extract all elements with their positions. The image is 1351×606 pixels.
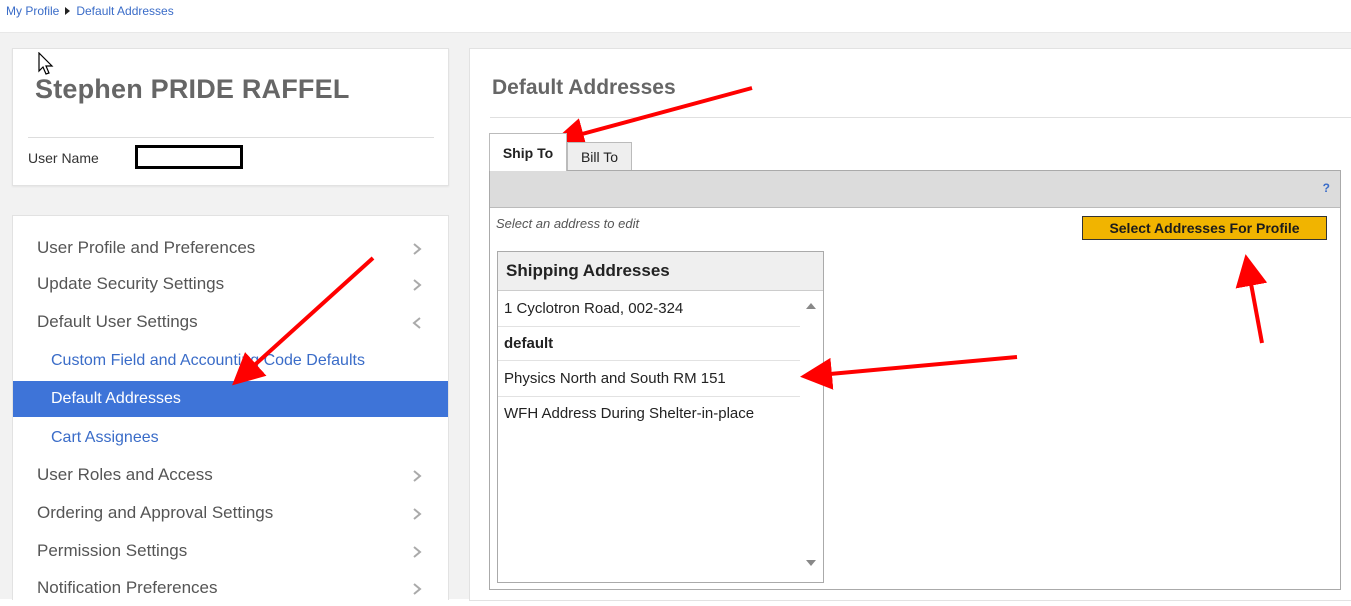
chevron-right-icon (413, 279, 422, 291)
nav-item-label: Permission Settings (37, 541, 188, 560)
nav-item-permission-settings[interactable]: Permission Settings (13, 533, 448, 569)
select-addresses-button[interactable]: Select Addresses For Profile (1082, 216, 1327, 240)
breadcrumb-my-profile[interactable]: My Profile (6, 4, 59, 18)
address-list-scrollbar[interactable] (800, 291, 822, 582)
mouse-pointer-icon (38, 52, 54, 75)
username-label: User Name (28, 150, 99, 166)
user-card: Stephen PRIDE RAFFEL User Name (12, 48, 449, 186)
nav-item-label: Cart Assignees (51, 429, 159, 446)
address-item[interactable]: default (498, 327, 800, 361)
help-link[interactable]: ? (1323, 181, 1330, 195)
nav-item-cart-assignees[interactable]: Cart Assignees (13, 420, 448, 456)
nav-item-user-roles[interactable]: User Roles and Access (13, 457, 448, 493)
nav-item-user-profile[interactable]: User Profile and Preferences (13, 230, 448, 266)
shipping-addresses-list: Shipping Addresses 1 Cyclotron Road, 002… (497, 251, 824, 583)
breadcrumb-default-addresses[interactable]: Default Addresses (76, 4, 173, 18)
address-item[interactable]: 1 Cyclotron Road, 002-324 (498, 291, 800, 327)
tab-label: Bill To (580, 148, 619, 165)
user-full-name: Stephen PRIDE RAFFEL (35, 74, 350, 104)
nav-item-label: Notification Preferences (37, 578, 218, 597)
address-item[interactable]: Physics North and South RM 151 (498, 361, 800, 397)
triangle-right-icon (65, 7, 71, 15)
chevron-left-icon (412, 317, 421, 329)
nav-item-label: User Roles and Access (37, 465, 213, 484)
ship-to-panel: ? Select an address to edit Select Addre… (489, 170, 1341, 590)
chevron-right-icon (413, 508, 422, 520)
tab-ship-to[interactable]: Ship To (489, 133, 567, 171)
nav-item-security[interactable]: Update Security Settings (13, 266, 448, 302)
nav-item-default-addresses[interactable]: Default Addresses (13, 381, 448, 417)
nav-item-notification-preferences[interactable]: Notification Preferences (13, 570, 448, 606)
tab-panel-header: ? (490, 171, 1340, 208)
address-label: WFH Address During Shelter-in-place (504, 405, 755, 422)
address-label: 1 Cyclotron Road, 002-324 (504, 300, 684, 317)
scroll-down-icon[interactable] (806, 560, 816, 566)
username-redacted-field (135, 145, 243, 169)
nav-item-default-user-settings[interactable]: Default User Settings (13, 304, 448, 340)
scroll-up-icon[interactable] (806, 303, 816, 309)
nav-item-label: Default User Settings (37, 312, 198, 331)
page-title: Default Addresses (492, 76, 676, 99)
nav-item-label: Ordering and Approval Settings (37, 503, 274, 522)
chevron-right-icon (413, 546, 422, 558)
user-card-divider (28, 137, 434, 138)
nav-item-custom-field-defaults[interactable]: Custom Field and Accounting Code Default… (13, 343, 448, 379)
title-divider (490, 117, 1351, 118)
address-list-header: Shipping Addresses (498, 252, 823, 291)
nav-item-label: Custom Field and Accounting Code Default… (51, 352, 365, 369)
address-label: default (504, 335, 554, 352)
nav-item-label: Update Security Settings (37, 274, 225, 293)
nav-item-label: Default Addresses (51, 390, 181, 407)
header-divider (0, 32, 1351, 33)
settings-nav: User Profile and Preferences Update Secu… (12, 215, 449, 600)
tab-bill-to[interactable]: Bill To (567, 142, 632, 170)
chevron-right-icon (413, 583, 422, 595)
breadcrumb: My Profile Default Addresses (6, 4, 174, 18)
nav-item-label: User Profile and Preferences (37, 238, 256, 257)
address-label: Physics North and South RM 151 (504, 370, 726, 387)
chevron-right-icon (413, 470, 422, 482)
address-list-title: Shipping Addresses (506, 261, 670, 280)
address-item[interactable]: WFH Address During Shelter-in-place (498, 397, 800, 449)
nav-item-ordering-approval[interactable]: Ordering and Approval Settings (13, 495, 448, 531)
chevron-right-icon (413, 243, 422, 255)
tab-label: Ship To (502, 144, 554, 161)
edit-hint: Select an address to edit (496, 216, 640, 231)
